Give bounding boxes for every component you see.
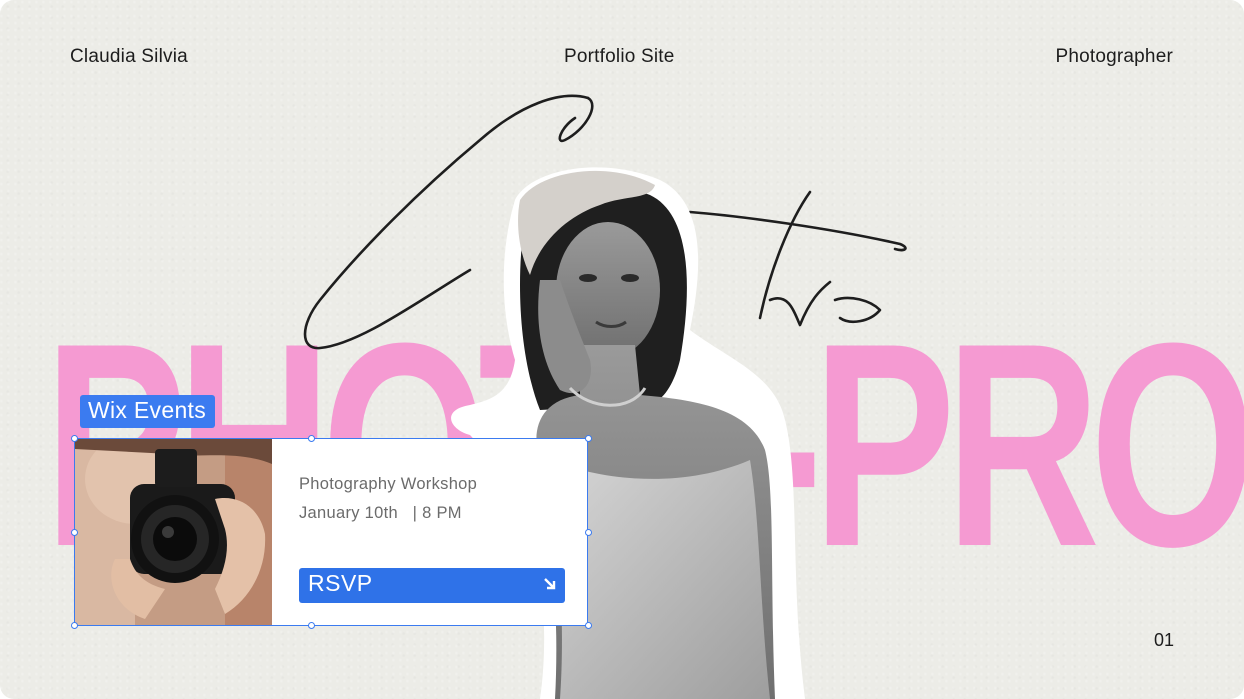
- resize-handle-top-center[interactable]: [308, 435, 315, 442]
- resize-handle-bottom-center[interactable]: [308, 622, 315, 629]
- event-title: Photography Workshop: [299, 475, 478, 493]
- resize-handle-top-left[interactable]: [71, 435, 78, 442]
- event-date: January 10th | 8 PM: [299, 504, 462, 522]
- resize-handle-middle-right[interactable]: [585, 529, 592, 536]
- rsvp-button-label: RSVP: [308, 570, 373, 596]
- resize-handle-bottom-left[interactable]: [71, 622, 78, 629]
- page-number: 01: [1153, 630, 1174, 650]
- resize-handle-top-right[interactable]: [585, 435, 592, 442]
- portfolio-canvas: Claudia Silvia Portfolio Site Photograph…: [0, 0, 1244, 699]
- arrow-icon: [544, 578, 556, 590]
- widget-name-tag[interactable]: Wix Events: [80, 395, 216, 428]
- resize-handle-middle-left[interactable]: [71, 529, 78, 536]
- resize-handle-bottom-right[interactable]: [585, 622, 592, 629]
- event-photo: [75, 439, 272, 625]
- rsvp-button[interactable]: RSVP: [299, 568, 565, 603]
- event-widget[interactable]: Photography Workshop January 10th | 8 PM…: [74, 438, 588, 626]
